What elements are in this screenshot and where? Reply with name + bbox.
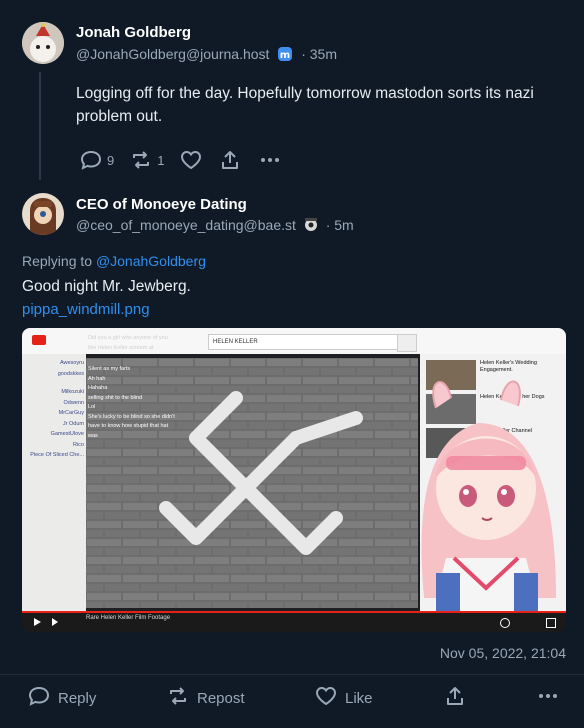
share-icon <box>445 686 465 710</box>
reply-count: 9 <box>107 152 115 168</box>
chat-line: Lol <box>88 404 96 410</box>
reply-icon <box>80 150 102 170</box>
chat-line: Did you a girl who anyone of you <box>88 335 168 341</box>
user-handle[interactable]: @ceo_of_monoeye_dating@bae.st · 5m <box>76 217 354 236</box>
media-attachment[interactable]: HELEN KELLER Awesoyru goodskkes Milkozuk… <box>22 328 566 632</box>
chat-user: Jr Odum <box>62 420 84 427</box>
reply-label: Reply <box>58 689 97 707</box>
share-button[interactable] <box>445 686 465 710</box>
chat-line: have to know how stupid that hat <box>88 423 169 429</box>
chat-line: was <box>88 432 98 439</box>
repost-count: 1 <box>157 152 165 168</box>
chat-line: She's lucky to be blind so she didn't <box>88 413 175 420</box>
handle-text: @ceo_of_monoeye_dating@bae.st <box>76 217 296 234</box>
share-button[interactable] <box>220 150 240 170</box>
search-text: HELEN KELLER <box>213 339 258 345</box>
repost-button[interactable]: Repost <box>167 686 245 710</box>
share-icon <box>220 150 240 170</box>
reply-button[interactable]: Reply <box>28 686 96 710</box>
video-title: Rare Helen Keller Film Footage <box>86 615 171 621</box>
chat-user: Rico <box>72 441 84 448</box>
reply-button[interactable]: 9 <box>80 150 114 170</box>
bottom-action-bar: Reply Repost Like <box>0 680 584 714</box>
display-name[interactable]: CEO of Monoeye Dating <box>76 196 247 213</box>
post-text: Good night Mr. Jewberg. <box>22 278 191 295</box>
repost-button[interactable]: 1 <box>130 150 164 170</box>
post-timestamp[interactable]: Nov 05, 2022, 21:04 <box>440 645 566 661</box>
chat-column: Awesoyru goodskkes Milkozuki Odwenn MrCa… <box>22 354 86 614</box>
play-icon <box>34 618 41 626</box>
reply-icon <box>28 686 50 710</box>
avatar[interactable] <box>22 22 64 64</box>
vtuber-avatar-image <box>406 368 566 618</box>
heart-icon <box>180 150 202 170</box>
display-name[interactable]: Jonah Goldberg <box>76 24 191 41</box>
handle-text: @JonahGoldberg@journa.host <box>76 46 270 63</box>
more-options-button[interactable] <box>538 686 558 710</box>
post-actions: 9 1 <box>80 150 280 170</box>
mastodon-icon: m <box>277 46 293 65</box>
more-options-button[interactable] <box>260 150 280 170</box>
chat-line: Silent as my farts <box>88 366 131 372</box>
avatar[interactable] <box>22 193 64 235</box>
chat-user: Piece Of Sliced Che... <box>30 452 84 458</box>
svg-text:m: m <box>280 50 290 61</box>
chat-usernames: Awesoyru goodskkes Milkozuki Odwenn MrCa… <box>30 358 84 461</box>
search-button <box>397 334 417 352</box>
heart-icon <box>315 686 337 710</box>
attachment-link[interactable]: pippa_windmill.png <box>22 298 150 321</box>
chat-user: Awesoyru <box>59 360 84 366</box>
replying-prefix: Replying to <box>22 253 96 269</box>
user-handle[interactable]: @JonahGoldberg@journa.host m · 35m <box>76 46 337 65</box>
chat-line: Hahaha <box>88 385 108 391</box>
instance-emoji-icon <box>303 217 319 236</box>
chat-overlay: Did you a girl who anyone of you like He… <box>88 334 198 441</box>
more-icon <box>538 686 558 710</box>
thread-line <box>39 72 41 180</box>
settings-icon <box>500 618 510 628</box>
replying-to: Replying to @JonahGoldberg <box>22 253 206 269</box>
youtube-logo-icon <box>32 335 46 345</box>
chat-line: like Helen Keller scream at <box>88 344 154 351</box>
divider <box>0 674 584 675</box>
chat-user: Milkozuki <box>61 389 84 395</box>
chat-user: GamestUlove <box>50 431 84 437</box>
replying-to-link[interactable]: @JonahGoldberg <box>96 253 206 269</box>
chat-user: MrCarGuy <box>58 410 84 416</box>
repost-label: Repost <box>197 689 245 707</box>
repost-icon <box>167 686 189 710</box>
next-icon <box>52 618 58 626</box>
like-label: Like <box>345 689 373 707</box>
post-text: Logging off for the day. Hopefully tomor… <box>76 85 534 125</box>
chat-line: selling shit to the blind <box>88 394 143 401</box>
more-icon <box>260 150 280 170</box>
fullscreen-icon <box>546 618 556 628</box>
repost-icon <box>130 150 152 170</box>
time-ago[interactable]: · 5m <box>326 217 354 233</box>
time-ago[interactable]: · 35m <box>301 46 337 62</box>
video-controls: Rare Helen Keller Film Footage <box>22 613 566 632</box>
chat-user: goodskkes <box>57 370 84 377</box>
like-button[interactable] <box>180 150 202 170</box>
chat-line: Ah hah <box>88 375 106 382</box>
like-button[interactable]: Like <box>315 686 373 710</box>
chat-user: Odwenn <box>63 399 85 406</box>
search-box: HELEN KELLER <box>208 334 398 350</box>
